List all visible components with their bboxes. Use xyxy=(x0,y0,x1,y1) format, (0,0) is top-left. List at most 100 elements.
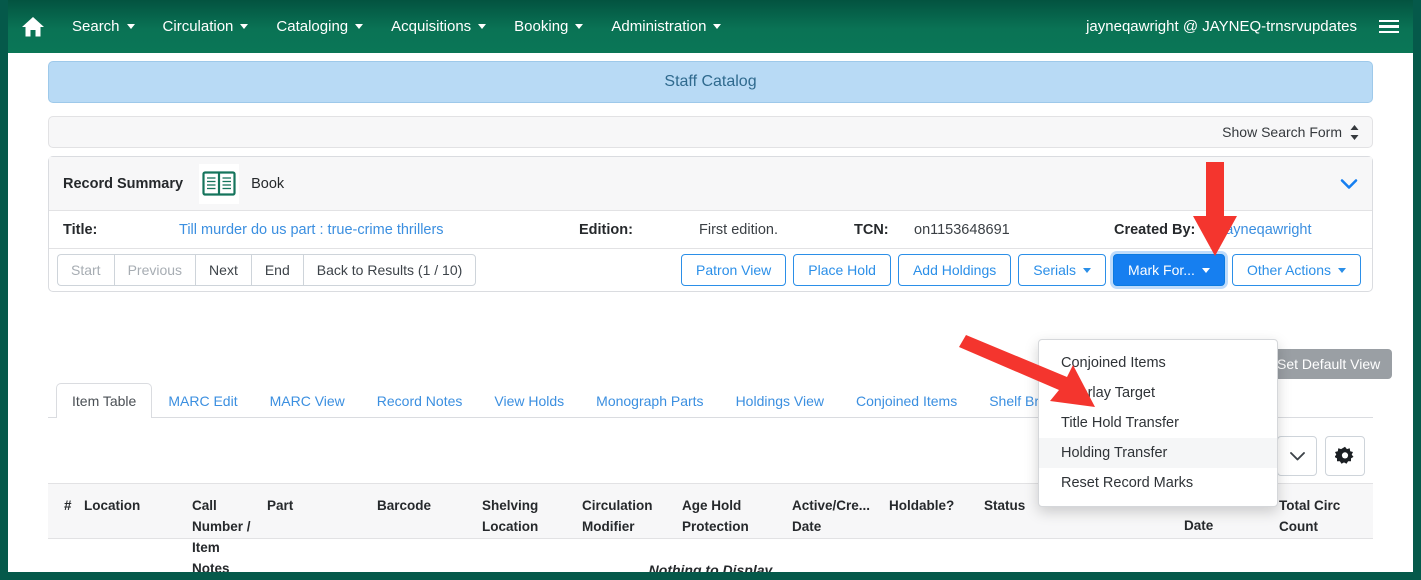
menu-item-title-hold-transfer[interactable]: Title Hold Transfer xyxy=(1039,408,1277,438)
chevron-down-icon xyxy=(1338,267,1346,273)
title-label: Title: xyxy=(63,221,98,238)
hamburger-icon[interactable] xyxy=(1379,19,1399,34)
add-holdings-label: Add Holdings xyxy=(912,262,997,278)
chevron-down-icon[interactable] xyxy=(1340,178,1358,190)
add-holdings-button[interactable]: Add Holdings xyxy=(897,254,1012,286)
record-nav-button-group: Start Previous Next End Back to Results … xyxy=(57,253,477,287)
tab-label: MARC View xyxy=(269,393,345,409)
edition-value: First edition. xyxy=(699,221,778,238)
tab-conjoined-items[interactable]: Conjoined Items xyxy=(840,383,973,418)
chevron-down-icon xyxy=(713,24,722,29)
record-summary-fields-row: Title: Till murder do us part : true-cri… xyxy=(49,211,1372,249)
column-header-age-hold-protection[interactable]: Age Hold Protection xyxy=(676,496,786,538)
record-summary-label: Record Summary xyxy=(63,175,184,192)
tab-label: Item Table xyxy=(72,393,137,409)
page-content: Staff Catalog Show Search Form Record Su… xyxy=(8,53,1413,572)
tab-marc-edit[interactable]: MARC Edit xyxy=(152,383,253,418)
nav-item-administration[interactable]: Administration xyxy=(597,10,735,43)
menu-item-reset-record-marks[interactable]: Reset Record Marks xyxy=(1039,468,1277,498)
edition-label: Edition: xyxy=(579,221,633,238)
mark-for-dropdown-menu: Conjoined Items Overlay Target Title Hol… xyxy=(1038,339,1278,507)
menu-item-conjoined-items[interactable]: Conjoined Items xyxy=(1039,348,1277,378)
column-header-location[interactable]: Location xyxy=(78,496,186,517)
record-format-label: Book xyxy=(251,175,285,192)
serials-label: Serials xyxy=(1033,262,1077,278)
column-header-total-circ-count[interactable]: Total Circ Count xyxy=(1273,496,1353,538)
up-down-caret-icon xyxy=(1349,124,1360,141)
column-header-holdable[interactable]: Holdable? xyxy=(883,496,978,517)
home-icon[interactable] xyxy=(18,12,48,42)
place-hold-button[interactable]: Place Hold xyxy=(793,254,891,286)
open-book-icon xyxy=(199,163,240,204)
navbar-right: jayneqawright @ JAYNEQ-trnsrvupdates xyxy=(1086,18,1413,35)
nav-item-cataloging[interactable]: Cataloging xyxy=(262,10,377,43)
nav-item-label: Cataloging xyxy=(276,18,349,35)
column-header-call-number-item-notes[interactable]: Call Number / Item Notes xyxy=(186,496,261,572)
menu-item-holding-transfer[interactable]: Holding Transfer xyxy=(1039,438,1277,468)
tab-monograph-parts[interactable]: Monograph Parts xyxy=(580,383,719,418)
nav-item-label: Circulation xyxy=(162,18,234,35)
page-title: Staff Catalog xyxy=(48,61,1373,103)
mark-for-dropdown-button[interactable]: Mark For... xyxy=(1113,254,1225,286)
tab-holdings-view[interactable]: Holdings View xyxy=(720,383,840,418)
column-header-barcode[interactable]: Barcode xyxy=(371,496,476,517)
set-default-view-button[interactable]: Set Default View xyxy=(1265,349,1393,379)
place-hold-label: Place Hold xyxy=(808,262,876,278)
nav-item-label: Administration xyxy=(611,18,707,35)
top-navbar: Search Circulation Cataloging Acquisitio… xyxy=(8,0,1413,53)
page-title-text: Staff Catalog xyxy=(664,73,757,90)
start-button[interactable]: Start xyxy=(57,253,114,287)
nav-item-label: Booking xyxy=(514,18,569,35)
serials-dropdown-button[interactable]: Serials xyxy=(1018,254,1107,286)
chevron-down-icon xyxy=(126,24,135,29)
tab-marc-view[interactable]: MARC View xyxy=(254,383,361,418)
other-actions-label: Other Actions xyxy=(1246,262,1331,278)
created-by-value[interactable]: jayneqawright xyxy=(1222,222,1311,238)
chevron-down-icon xyxy=(240,24,249,29)
created-by-label: Created By: xyxy=(1114,221,1196,238)
title-value[interactable]: Till murder do us part : true-crime thri… xyxy=(179,222,579,238)
back-to-results-button[interactable]: Back to Results (1 / 10) xyxy=(302,253,477,287)
nav-item-label: Acquisitions xyxy=(391,18,472,35)
chevron-down-icon xyxy=(478,24,487,29)
nav-item-acquisitions[interactable]: Acquisitions xyxy=(377,10,500,43)
record-summary-header: Record Summary Book xyxy=(49,157,1372,211)
nav-item-booking[interactable]: Booking xyxy=(500,10,597,43)
mark-for-label: Mark For... xyxy=(1128,262,1195,278)
column-header-circulation-modifier[interactable]: Circulation Modifier xyxy=(576,496,676,538)
user-account-label[interactable]: jayneqawright @ JAYNEQ-trnsrvupdates xyxy=(1086,18,1357,35)
tab-item-table[interactable]: Item Table xyxy=(56,383,153,418)
tab-label: Monograph Parts xyxy=(596,393,704,409)
column-header-num[interactable]: # xyxy=(48,496,78,517)
next-button[interactable]: Next xyxy=(195,253,251,287)
tab-view-holds[interactable]: View Holds xyxy=(478,383,580,418)
column-header-part[interactable]: Part xyxy=(261,496,371,517)
tab-label: MARC Edit xyxy=(168,393,238,409)
tab-label: Conjoined Items xyxy=(856,393,958,409)
patron-view-button[interactable]: Patron View xyxy=(681,254,787,286)
record-actions-row: Start Previous Next End Back to Results … xyxy=(49,249,1372,291)
menu-item-overlay-target[interactable]: Overlay Target xyxy=(1039,378,1277,408)
gear-icon[interactable] xyxy=(1325,436,1365,476)
previous-button[interactable]: Previous xyxy=(113,253,196,287)
column-header-active-create-date[interactable]: Active/Cre... Date xyxy=(786,496,883,538)
chevron-down-icon xyxy=(1083,267,1092,273)
other-actions-dropdown-button[interactable]: Other Actions xyxy=(1231,254,1361,286)
nav-item-search[interactable]: Search xyxy=(58,10,149,43)
show-search-form-label: Show Search Form xyxy=(1222,124,1342,140)
end-button[interactable]: End xyxy=(250,253,303,287)
tcn-value: on1153648691 xyxy=(914,221,1010,238)
nav-menu: Search Circulation Cataloging Acquisitio… xyxy=(58,10,735,43)
record-action-buttons: Patron View Place Hold Add Holdings Seri… xyxy=(681,254,1364,286)
chevron-down-icon xyxy=(1201,267,1210,273)
chevron-down-icon xyxy=(355,24,364,29)
nav-item-circulation[interactable]: Circulation xyxy=(149,10,263,43)
show-search-form-toggle[interactable]: Show Search Form xyxy=(48,116,1373,148)
column-header-shelving-location[interactable]: Shelving Location xyxy=(476,496,576,538)
record-summary-card: Record Summary Book Title: Till murder d… xyxy=(48,156,1373,292)
browser-viewport: Search Circulation Cataloging Acquisitio… xyxy=(8,0,1413,572)
tab-label: Holdings View xyxy=(735,393,825,409)
tab-label: View Holds xyxy=(494,393,565,409)
tab-record-notes[interactable]: Record Notes xyxy=(361,383,479,418)
table-chevron-down-icon[interactable] xyxy=(1277,436,1317,476)
